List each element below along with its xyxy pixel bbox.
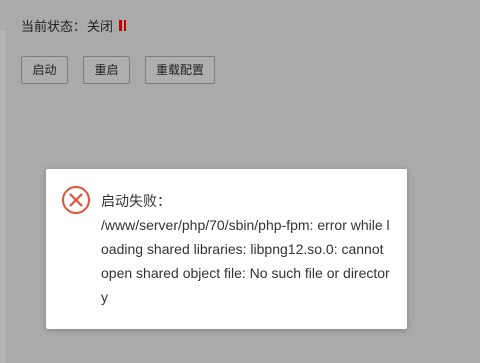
restart-button[interactable]: 重启 [83,56,130,84]
error-circle-x-icon [62,186,90,214]
status-label: 当前状态： [21,19,87,35]
error-message: /www/server/php/70/sbin/php-fpm: error w… [101,217,390,305]
service-status: 当前状态： 关闭 [21,15,127,35]
page-overlay: 当前状态： 关闭 启动 重启 重载配置 启动失败： /www/server/ph… [0,0,480,363]
error-message-block: 启动失败： /www/server/php/70/sbin/php-fpm: e… [101,189,391,309]
error-dialog: 启动失败： /www/server/php/70/sbin/php-fpm: e… [46,169,407,329]
error-title: 启动失败： [101,193,171,209]
status-value: 关闭 [87,19,114,35]
action-buttons: 启动 重启 重载配置 [21,56,215,84]
start-button[interactable]: 启动 [21,56,68,84]
reload-config-button[interactable]: 重载配置 [145,56,215,84]
background-panel-edge [0,30,6,363]
pause-icon [119,19,127,31]
